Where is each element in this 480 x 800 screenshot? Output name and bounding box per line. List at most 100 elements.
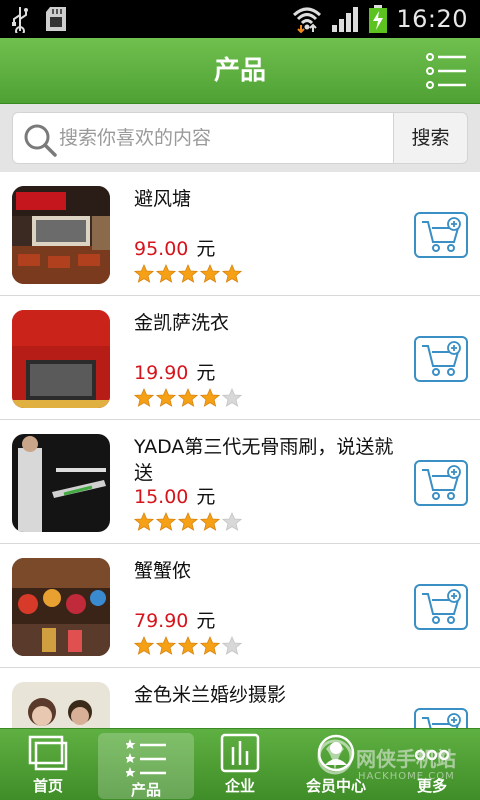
title-bar: 产品 <box>0 38 480 104</box>
product-price: 15.00 <box>134 486 189 508</box>
price-unit: 元 <box>196 486 216 508</box>
star-filled-icon <box>200 512 220 531</box>
wifi-icon <box>293 7 322 33</box>
star-filled-icon <box>156 636 176 655</box>
star-filled-icon <box>200 636 220 655</box>
star-empty-icon <box>222 388 242 407</box>
tab-enterprise[interactable]: 企业 <box>192 729 288 800</box>
tab-label: 产品 <box>130 781 161 799</box>
star-empty-icon <box>222 636 242 655</box>
product-name: 金凯萨洗衣 <box>134 312 230 334</box>
app-screen: 16:20 产品 搜索你喜欢的内容 搜索 避风塘 95.00 元 金凯萨洗衣 1… <box>0 0 480 800</box>
star-filled-icon <box>178 264 198 283</box>
product-row[interactable]: 金凯萨洗衣 19.90 元 <box>0 296 480 420</box>
star-filled-icon <box>156 388 176 407</box>
watermark: 网侠手机站 HACKHOME.COM <box>316 731 480 793</box>
rating-stars <box>134 388 242 408</box>
list-menu-button[interactable] <box>426 52 468 90</box>
star-filled-icon <box>178 388 198 407</box>
search-bar: 搜索 <box>0 104 480 172</box>
product-row[interactable]: 避风塘 95.00 元 <box>0 172 480 296</box>
add-to-cart-button[interactable] <box>414 708 468 728</box>
product-name: 蟹蟹侬 <box>134 560 192 582</box>
add-to-cart-button[interactable] <box>414 212 468 258</box>
watermark-logo-icon <box>317 739 353 775</box>
signal-icon <box>332 7 359 32</box>
bottom-tab-bar: 首页 产品 企业 会员中心 更多 网侠手机站 HACKHOME.COM <box>0 728 480 800</box>
product-row[interactable]: 金色米兰婚纱摄影 <box>0 668 480 728</box>
price-unit: 元 <box>196 238 216 260</box>
rating-stars <box>134 264 242 284</box>
tab-home[interactable]: 首页 <box>0 729 96 800</box>
product-list: 避风塘 95.00 元 金凯萨洗衣 19.90 元 YADA第三代无骨雨刷，说送… <box>0 172 480 728</box>
rating-stars <box>134 512 242 532</box>
star-filled-icon <box>134 388 154 407</box>
page-title: 产品 <box>213 56 266 86</box>
price-unit: 元 <box>196 610 216 632</box>
add-to-cart-icon <box>422 217 461 252</box>
tab-label: 企业 <box>224 777 255 795</box>
usb-icon <box>12 7 28 33</box>
star-filled-icon <box>178 636 198 655</box>
product-name: 金色米兰婚纱摄影 <box>134 684 287 706</box>
search-icon <box>24 124 57 157</box>
wedding-photo-icon <box>12 682 110 728</box>
home-window-icon <box>28 735 68 771</box>
price-unit: 元 <box>196 362 216 384</box>
add-to-cart-icon <box>422 589 461 624</box>
search-input[interactable] <box>59 113 389 163</box>
add-to-cart-icon <box>422 713 461 728</box>
product-row[interactable]: YADA第三代无骨雨刷，说送就送 15.00 元 <box>0 420 480 544</box>
laundry-storefront-icon <box>12 310 110 408</box>
product-thumbnail <box>12 186 110 284</box>
product-name: YADA第三代无骨雨刷，说送就送 <box>134 436 394 484</box>
add-to-cart-icon <box>422 465 461 500</box>
product-thumbnail <box>12 310 110 408</box>
status-bar: 16:20 <box>0 0 480 38</box>
restaurant-photo-icon <box>12 186 110 284</box>
add-to-cart-button[interactable] <box>414 460 468 506</box>
watermark-sub: HACKHOME.COM <box>358 771 455 782</box>
star-filled-icon <box>156 264 176 283</box>
tab-products[interactable]: 产品 <box>98 733 194 799</box>
star-filled-icon <box>134 636 154 655</box>
star-filled-icon <box>134 512 154 531</box>
enterprise-chart-icon <box>220 733 260 773</box>
crab-restaurant-photo-icon <box>12 558 110 656</box>
watermark-text: 网侠手机站 <box>356 747 456 771</box>
price-line: 95.00 元 <box>134 234 215 261</box>
star-filled-icon <box>222 264 242 283</box>
status-right-icons: 16:20 <box>292 4 468 34</box>
search-button[interactable]: 搜索 <box>394 112 468 164</box>
product-thumbnail <box>12 434 110 532</box>
star-filled-icon <box>134 264 154 283</box>
sd-card-icon <box>46 7 66 31</box>
rating-stars <box>134 636 242 656</box>
product-price: 19.90 <box>134 362 189 384</box>
product-price: 95.00 <box>134 238 189 260</box>
price-line: 19.90 元 <box>134 358 215 385</box>
star-filled-icon <box>178 512 198 531</box>
product-thumbnail <box>12 558 110 656</box>
star-empty-icon <box>222 512 242 531</box>
add-to-cart-button[interactable] <box>414 336 468 382</box>
status-left-icons <box>10 4 68 34</box>
star-filled-icon <box>200 388 220 407</box>
battery-charging-icon <box>369 5 388 33</box>
product-list-icon <box>126 739 166 777</box>
list-menu-icon <box>426 53 466 89</box>
star-filled-icon <box>156 512 176 531</box>
product-row[interactable]: 蟹蟹侬 79.90 元 <box>0 544 480 668</box>
status-time: 16:20 <box>396 5 468 33</box>
wiper-ad-icon <box>12 434 110 532</box>
product-name: 避风塘 <box>134 188 192 210</box>
search-box <box>12 112 394 164</box>
add-to-cart-icon <box>422 341 461 376</box>
product-thumbnail <box>12 682 110 728</box>
price-line: 79.90 元 <box>134 606 215 633</box>
add-to-cart-button[interactable] <box>414 584 468 630</box>
price-line: 15.00 元 <box>134 482 215 509</box>
star-filled-icon <box>200 264 220 283</box>
product-price: 79.90 <box>134 610 189 632</box>
tab-label: 首页 <box>32 777 63 795</box>
